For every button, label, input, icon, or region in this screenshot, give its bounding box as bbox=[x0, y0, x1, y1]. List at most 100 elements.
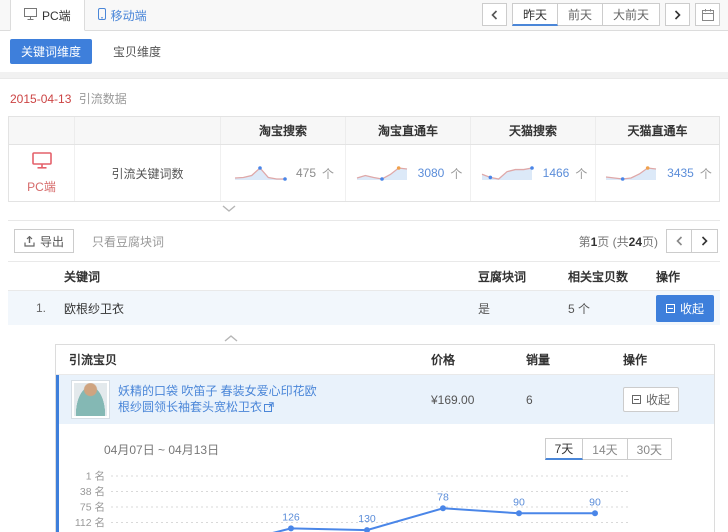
range-7d-button[interactable]: 7天 bbox=[545, 438, 584, 460]
monitor-icon bbox=[24, 8, 37, 23]
export-icon bbox=[24, 236, 35, 247]
product-thumbnail bbox=[72, 381, 109, 418]
traffic-analytics-page: PC端 移动端 昨天 前天 大前天 关键词维度 bbox=[0, 0, 728, 532]
tab-pc[interactable]: PC端 bbox=[10, 0, 85, 31]
row-index: 1. bbox=[8, 301, 56, 315]
pagination-text: 第1页 (共24页) bbox=[579, 233, 658, 250]
svg-text:90: 90 bbox=[589, 496, 601, 508]
svg-text:130: 130 bbox=[358, 513, 376, 525]
chevron-right-icon bbox=[674, 10, 681, 20]
keyword-toolbar: 导出 只看豆腐块词 第1页 (共24页) bbox=[8, 220, 720, 261]
svg-text:126: 126 bbox=[282, 511, 300, 523]
col-actions: 操作 bbox=[648, 268, 720, 285]
tab-keyword-dimension[interactable]: 关键词维度 bbox=[10, 39, 92, 64]
chevron-left-icon bbox=[676, 236, 683, 246]
tab-item-dimension[interactable]: 宝贝维度 bbox=[102, 39, 172, 64]
export-label: 导出 bbox=[40, 233, 64, 250]
svg-text:1 名: 1 名 bbox=[86, 470, 105, 483]
col-item-actions: 操作 bbox=[623, 351, 714, 368]
calendar-icon bbox=[702, 9, 714, 21]
day-button-group: 昨天 前天 大前天 bbox=[512, 3, 660, 26]
svg-text:38 名: 38 名 bbox=[80, 485, 105, 498]
prev-page-button[interactable] bbox=[666, 229, 692, 253]
collapse-detail-expander[interactable] bbox=[224, 335, 728, 342]
svg-text:78: 78 bbox=[437, 491, 449, 503]
related-count-cell: 5 个 bbox=[560, 300, 648, 317]
export-button[interactable]: 导出 bbox=[14, 229, 74, 253]
price-cell: ¥169.00 bbox=[431, 393, 526, 407]
keyword-cell: 欧根纱卫衣 bbox=[56, 300, 470, 317]
collapse-icon bbox=[632, 395, 641, 404]
col-keyword: 关键词 bbox=[56, 268, 470, 285]
item-row: 妖精的口袋 吹笛子 春装女爱心印花欧根纱圆领长袖套头宽松卫衣 ¥169.00 6… bbox=[59, 375, 714, 424]
svg-text:90: 90 bbox=[513, 496, 525, 508]
rank-trend-section: 04月07日 ~ 04月13日 7天 14天 30天 1 名 38 名 75 名 11… bbox=[59, 424, 714, 532]
svg-text:75 名: 75 名 bbox=[80, 501, 105, 514]
collapse-summary-expander[interactable] bbox=[222, 205, 728, 212]
metric-value: 3080 bbox=[418, 166, 445, 180]
calendar-button[interactable] bbox=[695, 3, 720, 26]
rank-trend-chart: 1 名38 名75 名112 名149 名187 名17704-0717104-… bbox=[59, 468, 704, 532]
col-related-items: 相关宝贝数 bbox=[560, 268, 648, 285]
summary-col-tmall-search: 天猫搜索 bbox=[471, 117, 596, 144]
date-nav: 昨天 前天 大前天 bbox=[482, 3, 720, 26]
date-next-button[interactable] bbox=[665, 3, 690, 26]
range-30d-button[interactable]: 30天 bbox=[628, 438, 672, 460]
report-date: 2015-04-13 bbox=[10, 92, 71, 106]
report-title-suffix: 引流数据 bbox=[79, 92, 127, 106]
device-label: PC端 bbox=[27, 178, 56, 195]
summary-col-taobao-search: 淘宝搜索 bbox=[221, 117, 346, 144]
sparkline-taobao-search bbox=[232, 163, 290, 183]
day-before-button[interactable]: 前天 bbox=[558, 3, 603, 26]
summary-col-taobao-ztc: 淘宝直通车 bbox=[346, 117, 471, 144]
pc-monitor-icon bbox=[32, 152, 52, 172]
tofu-filter-toggle[interactable]: 只看豆腐块词 bbox=[92, 233, 164, 250]
keyword-table-header: 关键词 豆腐块词 相关宝贝数 操作 bbox=[8, 261, 720, 291]
item-detail-panel: 引流宝贝 价格 销量 操作 妖精的口袋 吹笛子 春装女爱心印花欧根纱圆领长袖套头… bbox=[55, 344, 715, 532]
summary-data-row: PC端 引流关键词数 475 个 3080 个 1466 个 3435 个 bbox=[9, 145, 719, 201]
keyword-row: 1. 欧根纱卫衣 是 5 个 收起 bbox=[8, 291, 720, 325]
range-14d-button[interactable]: 14天 bbox=[583, 438, 627, 460]
tab-pc-label: PC端 bbox=[42, 7, 71, 24]
chart-controls: 04月07日 ~ 04月13日 7天 14天 30天 bbox=[104, 438, 672, 460]
metric-cell-tmall-search: 1466 个 bbox=[471, 145, 596, 201]
section-divider bbox=[0, 72, 728, 79]
pagination: 第1页 (共24页) bbox=[579, 229, 718, 253]
tofu-cell: 是 bbox=[470, 300, 560, 317]
sparkline-tmall-search bbox=[479, 163, 537, 183]
pagination-buttons bbox=[666, 229, 718, 253]
day-yesterday-button[interactable]: 昨天 bbox=[512, 3, 558, 26]
item-cell: 妖精的口袋 吹笛子 春装女爱心印花欧根纱圆领长袖套头宽松卫衣 bbox=[72, 381, 431, 418]
col-tofu-block: 豆腐块词 bbox=[470, 268, 560, 285]
item-detail-body: 妖精的口袋 吹笛子 春装女爱心印花欧根纱圆领长袖套头宽松卫衣 ¥169.00 6… bbox=[56, 375, 714, 532]
svg-text:112 名: 112 名 bbox=[75, 516, 105, 529]
summary-header-row: 淘宝搜索 淘宝直通车 天猫搜索 天猫直通车 bbox=[9, 117, 719, 145]
collapse-keyword-button[interactable]: 收起 bbox=[656, 295, 714, 322]
col-traffic-item: 引流宝贝 bbox=[69, 351, 431, 368]
metric-label: 引流关键词数 bbox=[75, 145, 221, 201]
chevron-up-icon bbox=[224, 335, 238, 342]
next-page-button[interactable] bbox=[692, 229, 718, 253]
keyword-table: 关键词 豆腐块词 相关宝贝数 操作 1. 欧根纱卫衣 是 5 个 收起 bbox=[8, 261, 720, 325]
product-title-link[interactable]: 妖精的口袋 吹笛子 春装女爱心印花欧根纱圆领长袖套头宽松卫衣 bbox=[118, 383, 326, 416]
collapse-icon bbox=[666, 304, 675, 313]
summary-table: 淘宝搜索 淘宝直通车 天猫搜索 天猫直通车 PC端 引流关键词数 475 个 3… bbox=[8, 116, 720, 202]
summary-col-tmall-ztc: 天猫直通车 bbox=[596, 117, 719, 144]
date-prev-button[interactable] bbox=[482, 3, 507, 26]
device-cell: PC端 bbox=[9, 145, 75, 201]
metric-cell-taobao-search: 475 个 bbox=[221, 145, 346, 201]
tab-mobile[interactable]: 移动端 bbox=[85, 0, 160, 30]
device-tab-bar: PC端 移动端 昨天 前天 大前天 bbox=[0, 0, 728, 31]
col-price: 价格 bbox=[431, 351, 526, 368]
day-two-before-button[interactable]: 大前天 bbox=[603, 3, 660, 26]
collapse-item-button[interactable]: 收起 bbox=[623, 387, 679, 412]
total-pages: 24 bbox=[629, 235, 642, 249]
external-link-icon bbox=[264, 400, 274, 416]
chevron-right-icon bbox=[701, 236, 708, 246]
chart-date-range: 04月07日 ~ 04月13日 bbox=[104, 441, 219, 458]
metric-value: 1466 bbox=[543, 166, 570, 180]
chevron-left-icon bbox=[491, 10, 498, 20]
mobile-icon bbox=[98, 8, 106, 23]
metric-cell-tmall-ztc: 3435 个 bbox=[596, 145, 719, 201]
item-table-header: 引流宝贝 价格 销量 操作 bbox=[56, 345, 714, 375]
